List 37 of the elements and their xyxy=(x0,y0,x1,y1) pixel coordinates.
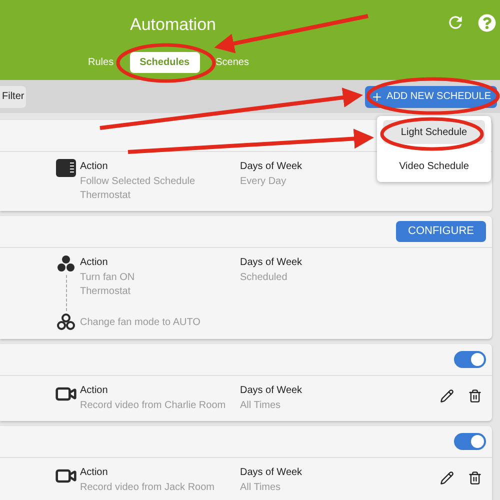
days-value: All Times xyxy=(240,399,281,413)
toggle-switch[interactable] xyxy=(454,433,486,450)
days-label: Days of Week xyxy=(240,466,302,480)
toggle-switch[interactable] xyxy=(454,351,486,368)
menu-item[interactable]: Video Schedule xyxy=(383,154,485,178)
days-label: Days of Week xyxy=(240,256,302,270)
action-text: Turn fan ON xyxy=(80,271,135,285)
edit-icon[interactable] xyxy=(440,389,454,403)
action-text: Change fan mode to AUTO xyxy=(80,316,200,330)
action-text: Thermostat xyxy=(80,285,132,299)
action-label: Action xyxy=(80,466,109,480)
plus-icon xyxy=(370,90,383,102)
tab[interactable]: Schedules xyxy=(130,52,200,73)
tab[interactable]: Rules xyxy=(78,52,124,73)
filter-button[interactable]: Filter xyxy=(0,86,26,108)
action-label: Action xyxy=(80,160,109,174)
fan-icon xyxy=(57,313,75,331)
page-title: Automation xyxy=(130,14,216,36)
action-label: Action xyxy=(80,256,109,270)
thermostat-icon xyxy=(56,159,76,177)
delete-icon[interactable] xyxy=(468,389,482,403)
add-schedule-button[interactable]: ADD NEW SCHEDULE xyxy=(364,86,497,108)
days-value: All Times xyxy=(240,481,281,495)
days-value: Every Day xyxy=(240,175,286,189)
action-label: Action xyxy=(80,384,109,398)
configure-button[interactable]: CONFIGURE xyxy=(396,221,486,242)
fan-icon xyxy=(57,255,75,273)
delete-icon[interactable] xyxy=(468,471,482,485)
edit-icon[interactable] xyxy=(440,471,454,485)
action-text: Follow Selected Schedule xyxy=(80,175,196,189)
action-text: Record video from Jack Room xyxy=(80,481,214,495)
action-text: Record video from Charlie Room xyxy=(80,399,226,413)
days-label: Days of Week xyxy=(240,160,302,174)
days-value: Scheduled xyxy=(240,271,288,285)
tab[interactable]: Scenes xyxy=(206,52,259,73)
days-label: Days of Week xyxy=(240,384,302,398)
action-text: Thermostat xyxy=(80,189,132,203)
